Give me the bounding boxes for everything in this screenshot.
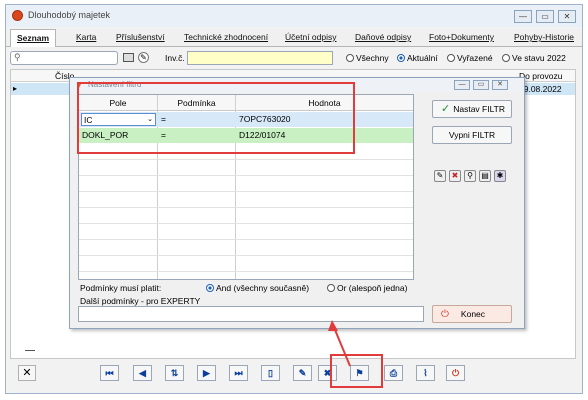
- settings-gear-icon[interactable]: ✱: [494, 170, 506, 182]
- radio-label: Aktuální: [407, 53, 438, 63]
- edit-record-icon[interactable]: ✎: [293, 365, 312, 381]
- table-view-icon[interactable]: ▤: [479, 170, 491, 182]
- search-icon: ⚲: [14, 52, 21, 62]
- unset-filter-button[interactable]: Vypni FILTR: [432, 126, 512, 144]
- annotation-highlight-filter-rows: [77, 82, 355, 154]
- radio-dot: [447, 54, 455, 62]
- tab-danove-odpisy[interactable]: Daňové odpisy: [355, 29, 411, 46]
- edit-pen-icon[interactable]: ✎: [138, 52, 149, 63]
- power-icon[interactable]: ⏻: [446, 365, 465, 381]
- app-logo-icon: [12, 10, 23, 21]
- dialog-minimize-icon[interactable]: —: [454, 80, 470, 90]
- edit-condition-icon[interactable]: ✎: [434, 170, 446, 182]
- divider: [79, 175, 413, 176]
- prev-record-icon[interactable]: ◀: [133, 365, 152, 381]
- radio-label: Ve stavu 2022: [512, 53, 566, 63]
- tab-prislusenstvi[interactable]: Příslušenství: [116, 29, 165, 46]
- divider: [79, 207, 413, 208]
- last-record-icon[interactable]: ⏭: [229, 365, 248, 381]
- divider: [79, 159, 413, 160]
- inv-label: Inv.č.: [165, 53, 185, 63]
- tab-seznam[interactable]: Seznam: [10, 29, 56, 47]
- close-record-icon[interactable]: ✕: [18, 365, 36, 381]
- power-icon: ⏻: [441, 309, 449, 320]
- expert-conditions-label: Další podmínky - pro EXPERTY: [80, 296, 201, 306]
- radio-and[interactable]: And (všechny současně): [206, 283, 309, 293]
- dialog-close-icon[interactable]: ✕: [492, 80, 508, 90]
- radio-label: Všechny: [356, 53, 389, 63]
- sort-icon[interactable]: ⇅: [165, 365, 184, 381]
- divider: [79, 191, 413, 192]
- annotation-highlight-filter-button: [330, 354, 383, 388]
- navigation-bar: ✕ ⏮ ◀ ⇅ ▶ ⏭ ▯ ✎ ✖ ⚑ ⎙ ⌇ ⏻: [10, 360, 576, 386]
- divider: [79, 239, 413, 240]
- radio-label: Vyřazené: [457, 53, 493, 63]
- close-icon[interactable]: ✕: [558, 10, 576, 23]
- radio-label: Or (alespoň jedna): [337, 283, 408, 293]
- radio-dot: [327, 284, 335, 292]
- radio-label: And (všechny současně): [216, 283, 310, 293]
- radio-or[interactable]: Or (alespoň jedna): [327, 283, 407, 293]
- radio-ve-stavu[interactable]: Ve stavu 2022: [502, 53, 566, 63]
- delete-condition-icon[interactable]: ✖: [449, 170, 461, 182]
- radio-aktualni[interactable]: Aktuální: [397, 53, 438, 63]
- row-pointer-icon: ▸: [13, 84, 18, 93]
- radio-dot: [397, 54, 405, 62]
- tab-bar: Seznam Karta Příslušenství Technické zho…: [6, 29, 582, 47]
- close-dialog-label: Konec: [460, 309, 486, 319]
- divider: [79, 223, 413, 224]
- tab-technicke-zhodnoceni[interactable]: Technické zhodnocení: [184, 29, 268, 46]
- set-filter-label: Nastav FILTR: [453, 104, 506, 114]
- dialog-maximize-icon[interactable]: ▭: [473, 80, 489, 90]
- maximize-icon[interactable]: ▭: [536, 10, 554, 23]
- radio-dot: [346, 54, 354, 62]
- grid-footer-mark: [25, 350, 35, 351]
- print-icon[interactable]: ⎙: [384, 365, 403, 381]
- row-date: 09.08.2022: [519, 84, 562, 94]
- new-document-icon[interactable]: ▯: [261, 365, 280, 381]
- radio-vsechny[interactable]: Všechny: [346, 53, 389, 63]
- tab-foto-dokumenty[interactable]: Foto+Dokumenty: [429, 29, 494, 46]
- column-header-do-provozu[interactable]: Do provozu: [519, 71, 562, 81]
- search-icon[interactable]: ⚲: [464, 170, 476, 182]
- close-dialog-button[interactable]: ⏻ Konec: [432, 305, 512, 323]
- keyboard-icon[interactable]: [123, 53, 134, 62]
- toolbar: ⚲ ✎ Inv.č. Všechny Aktuální Vyřazené Ve …: [6, 49, 582, 69]
- window-title: Dlouhodobý majetek: [28, 10, 111, 20]
- search-input[interactable]: ⚲: [10, 51, 118, 65]
- title-bar: Dlouhodobý majetek — ▭ ✕: [6, 5, 582, 27]
- checkmark-icon: ✓: [441, 103, 451, 115]
- set-filter-button[interactable]: ✓ Nastav FILTR: [432, 100, 512, 118]
- minimize-icon[interactable]: —: [514, 10, 532, 23]
- tab-karta[interactable]: Karta: [76, 29, 96, 46]
- first-record-icon[interactable]: ⏮: [100, 365, 119, 381]
- radio-dot: [502, 54, 510, 62]
- radio-vyrazene[interactable]: Vyřazené: [447, 53, 493, 63]
- inv-input[interactable]: [187, 51, 333, 65]
- condition-mode-label: Podmínky musí platit:: [80, 283, 162, 293]
- brush-icon[interactable]: ⌇: [416, 365, 435, 381]
- divider: [79, 271, 413, 272]
- tab-pohyby-historie[interactable]: Pohyby-Historie: [514, 29, 574, 46]
- divider: [79, 255, 413, 256]
- tab-ucetni-odpisy[interactable]: Účetní odpisy: [285, 29, 337, 46]
- next-record-icon[interactable]: ▶: [197, 365, 216, 381]
- radio-dot: [206, 284, 214, 292]
- expert-conditions-input[interactable]: [78, 306, 424, 322]
